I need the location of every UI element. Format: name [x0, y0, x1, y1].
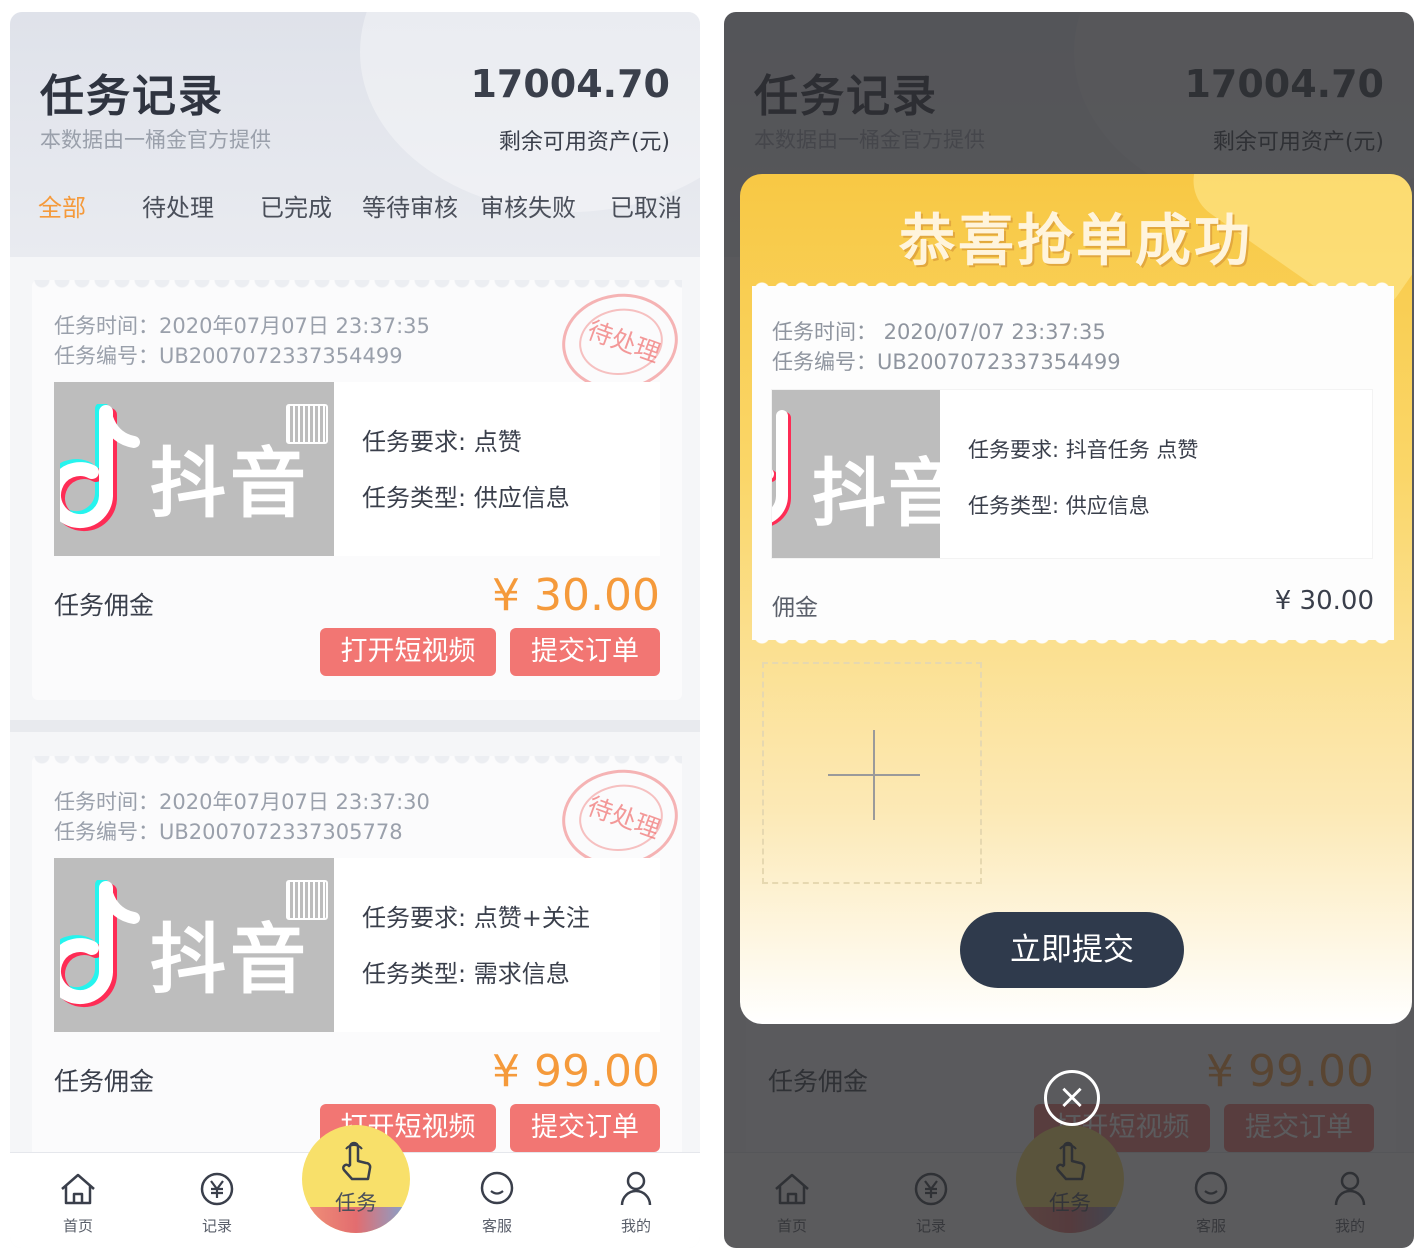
- card-scalloped-edge: [32, 756, 682, 770]
- tiktok-note-icon: [60, 880, 140, 1007]
- nav-service[interactable]: 客服: [457, 1167, 537, 1236]
- gift-box-icon: [286, 404, 328, 444]
- tiktok-note-icon: [772, 410, 791, 526]
- modal-task-body: 抖音 任务要求: 抖音任务 点赞 任务类型: 供应信息: [772, 390, 1372, 558]
- status-stamp: 待处理: [555, 286, 685, 398]
- task-card: 任务时间：2020年07月07日 23:37:35 任务编号：UB2007072…: [32, 280, 685, 700]
- task-time: 任务时间：2020年07月07日 23:37:35: [54, 314, 430, 338]
- page-title: 任务记录: [40, 71, 224, 122]
- status-tabs: 全部 待处理 已完成 等待审核 审核失败 已取消: [10, 188, 700, 228]
- tab-completed[interactable]: 已完成: [260, 188, 332, 223]
- nav-home-label: 首页: [62, 1217, 93, 1235]
- tiktok-note-icon: [60, 404, 140, 531]
- yuan-record-icon: [200, 1172, 234, 1206]
- bottom-nav: 首页 记录 任务 客服 我的: [10, 1125, 700, 1248]
- task-number: 任务编号：UB2007072337354499: [54, 344, 403, 368]
- screen-task-records: 任务记录 本数据由一桶金官方提供 17004.70 剩余可用资产(元) 全部 待…: [10, 12, 700, 1248]
- task-card: 任务时间：2020年07月07日 23:37:30 任务编号：UB2007072…: [32, 756, 685, 1176]
- nav-records-label: 记录: [201, 1217, 232, 1235]
- grab-success-modal: 恭喜抢单成功 任务时间： 2020/07/07 23:37:35 任务编号：UB…: [740, 174, 1412, 1024]
- nav-mine[interactable]: 我的: [596, 1167, 676, 1236]
- modal-task-number: 任务编号：UB2007072337354499: [772, 350, 1121, 374]
- hand-tap-icon: [342, 1141, 372, 1181]
- task-fee: ¥ 30.00: [492, 570, 660, 621]
- header-decoration: [360, 12, 700, 212]
- submit-order-button[interactable]: 提交订单: [510, 628, 660, 676]
- tab-cancelled[interactable]: 已取消: [610, 188, 682, 223]
- task-body: 抖音 任务要求: 点赞 任务类型: 供应信息: [54, 382, 660, 556]
- modal-fee: ¥ 30.00: [1274, 586, 1374, 616]
- nav-service-label: 客服: [481, 1217, 512, 1235]
- user-icon: [620, 1171, 652, 1206]
- available-balance: 17004.70: [470, 62, 670, 106]
- task-requirement: 任务要求: 点赞: [362, 428, 522, 456]
- submit-now-button[interactable]: 立即提交: [960, 912, 1184, 988]
- gift-box-icon: [286, 880, 328, 920]
- open-video-button[interactable]: 打开短视频: [320, 628, 496, 676]
- card-scalloped-edge: [752, 636, 1394, 648]
- tab-review-failed[interactable]: 审核失败: [480, 188, 576, 223]
- chat-bubble-icon: [480, 1171, 514, 1205]
- status-stamp: 待处理: [555, 762, 685, 874]
- modal-task-requirement: 任务要求: 抖音任务 点赞: [968, 438, 1199, 462]
- task-type: 任务类型: 需求信息: [362, 960, 570, 988]
- modal-fee-label: 佣金: [772, 595, 818, 621]
- task-number: 任务编号：UB2007072337305778: [54, 820, 403, 844]
- screen-task-records-with-modal: 任务记录 本数据由一桶金官方提供 17004.70 剩余可用资产(元) 任务佣金…: [724, 12, 1414, 1248]
- task-fee: ¥ 99.00: [492, 1046, 660, 1097]
- home-icon: [61, 1173, 95, 1205]
- nav-records[interactable]: 记录: [177, 1167, 257, 1236]
- task-time: 任务时间：2020年07月07日 23:37:30: [54, 790, 430, 814]
- modal-task-type: 任务类型: 供应信息: [968, 494, 1150, 518]
- nav-mine-label: 我的: [620, 1217, 651, 1235]
- video-thumbnail[interactable]: 抖音: [54, 858, 334, 1032]
- task-fee-label: 任务佣金: [54, 1067, 155, 1096]
- nav-task[interactable]: 任务: [302, 1125, 410, 1233]
- task-requirement: 任务要求: 点赞+关注: [362, 904, 590, 932]
- page-subtitle: 本数据由一桶金官方提供: [40, 128, 271, 152]
- task-fee-label: 任务佣金: [54, 591, 155, 620]
- screenshot-upload-box[interactable]: [762, 662, 982, 884]
- card-divider: [10, 720, 700, 732]
- nav-task-label: 任务: [335, 1191, 377, 1215]
- submit-order-button[interactable]: 提交订单: [510, 1104, 660, 1152]
- tab-all[interactable]: 全部: [38, 188, 86, 223]
- video-thumbnail: 抖音: [772, 390, 940, 558]
- task-body: 抖音 任务要求: 点赞+关注 任务类型: 需求信息: [54, 858, 660, 1032]
- tab-pending[interactable]: 待处理: [142, 188, 214, 223]
- task-type: 任务类型: 供应信息: [362, 484, 570, 512]
- card-scalloped-edge: [32, 280, 682, 294]
- page-header: 任务记录 本数据由一桶金官方提供 17004.70 剩余可用资产(元) 全部 待…: [10, 12, 700, 257]
- card-scalloped-edge: [752, 278, 1394, 290]
- nav-home[interactable]: 首页: [38, 1167, 118, 1236]
- modal-task-card: 任务时间： 2020/07/07 23:37:35 任务编号：UB2007072…: [752, 278, 1394, 648]
- available-balance-label: 剩余可用资产(元): [498, 130, 670, 155]
- modal-task-time: 任务时间： 2020/07/07 23:37:35: [772, 320, 1106, 344]
- modal-title: 恭喜抢单成功: [899, 209, 1253, 274]
- close-icon[interactable]: ×: [1044, 1070, 1100, 1126]
- tab-awaiting-review[interactable]: 等待审核: [362, 188, 458, 223]
- video-thumbnail[interactable]: 抖音: [54, 382, 334, 556]
- plus-icon-vertical: [873, 730, 875, 820]
- thumbnail-label: 抖音: [812, 451, 940, 537]
